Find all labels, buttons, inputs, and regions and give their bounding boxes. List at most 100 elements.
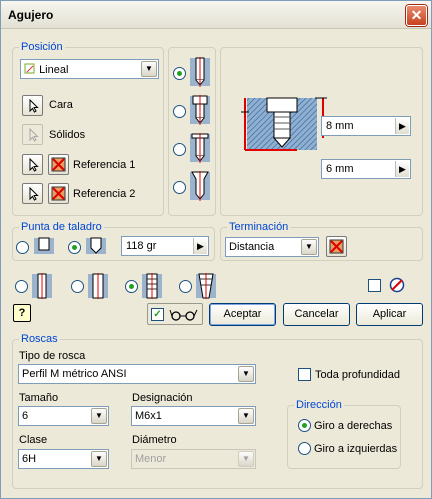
- chevron-down-icon: ▼: [238, 451, 254, 467]
- hole-type-drilled-radio[interactable]: [173, 67, 186, 80]
- termination-value: Distancia: [229, 241, 275, 253]
- cursor-icon: [29, 186, 39, 201]
- chevron-down-icon: ▼: [91, 408, 107, 424]
- designation-value: M6x1: [135, 410, 162, 422]
- apply-button[interactable]: Aplicar: [356, 303, 423, 326]
- angle-tip-radio[interactable]: [68, 241, 81, 254]
- chevron-down-icon: ▼: [238, 366, 254, 382]
- position-mode-value: Lineal: [39, 64, 69, 76]
- roscas-label: Roscas: [19, 333, 60, 345]
- preview-toggle[interactable]: ✓: [147, 303, 203, 325]
- drilled-hole-icon: [190, 57, 210, 87]
- chevron-right-icon: ▶: [395, 118, 409, 134]
- size-select[interactable]: 6 ▼: [18, 406, 109, 426]
- referencia-1-select-button[interactable]: [22, 154, 43, 175]
- diameter-field[interactable]: 6 mm ▶: [321, 159, 411, 179]
- class-select[interactable]: 6H ▼: [18, 449, 109, 469]
- designation-select[interactable]: M6x1 ▼: [131, 406, 256, 426]
- close-icon: ✕: [410, 7, 423, 23]
- chevron-right-icon: ▶: [193, 238, 207, 254]
- thread-type-label: Tipo de rosca: [19, 350, 86, 362]
- direction-label: Dirección: [294, 399, 344, 411]
- hole-dialog: Agujero ✕ Posición Lineal ▼ Cara Sólidos…: [0, 0, 432, 499]
- termination-flip-button[interactable]: [326, 236, 347, 257]
- thread-type-select[interactable]: Perfil M métrico ANSI ▼: [18, 364, 256, 384]
- hole-preview-diagram: [241, 97, 327, 151]
- full-depth-checkbox[interactable]: [298, 368, 311, 381]
- position-mode-select[interactable]: Lineal ▼: [20, 59, 159, 79]
- appearance-icon[interactable]: [389, 277, 405, 293]
- taper-tapped-hole-icon: [196, 273, 216, 299]
- countersink-hole-icon: [190, 171, 210, 201]
- termination-select[interactable]: Distancia ▼: [225, 237, 319, 257]
- tapped-hole-icon: [142, 273, 162, 299]
- class-label: Clase: [19, 434, 48, 446]
- cursor-icon: [29, 127, 39, 142]
- clearance-hole-icon: [88, 273, 108, 299]
- cursor-icon: [29, 98, 39, 113]
- referencia-2-flip-button[interactable]: [48, 183, 69, 204]
- accept-button[interactable]: Aceptar: [209, 303, 276, 326]
- posicion-label: Posición: [19, 41, 65, 53]
- glasses-icon: [169, 309, 198, 321]
- depth-field[interactable]: 8 mm ▶: [321, 116, 411, 136]
- chevron-down-icon: ▼: [141, 61, 157, 77]
- counterbore-hole-icon: [190, 95, 210, 125]
- flip-direction-icon: [329, 239, 344, 254]
- tapped-hole-radio[interactable]: [125, 280, 138, 293]
- depth-value: 8 mm: [326, 120, 354, 132]
- tip-angle-field[interactable]: 118 gr ▶: [121, 236, 209, 256]
- solidos-label: Sólidos: [49, 129, 86, 141]
- hole-type-counterbore-radio[interactable]: [173, 105, 186, 118]
- designation-label: Designación: [132, 392, 193, 404]
- extra-option-checkbox[interactable]: [368, 279, 381, 292]
- referencia-1-flip-button[interactable]: [48, 154, 69, 175]
- right-hand-label: Giro a derechas: [314, 420, 393, 432]
- terminacion-label: Terminación: [227, 221, 291, 233]
- sketch-icon: [24, 63, 35, 74]
- flat-tip-icon: [34, 237, 54, 254]
- taper-tapped-hole-radio[interactable]: [179, 280, 192, 293]
- flat-tip-radio[interactable]: [16, 241, 29, 254]
- chevron-down-icon: ▼: [91, 451, 107, 467]
- hole-type-countersink-radio[interactable]: [173, 181, 186, 194]
- spotface-hole-icon: [190, 133, 210, 163]
- clearance-hole-radio[interactable]: [71, 280, 84, 293]
- size-label: Tamaño: [19, 392, 59, 404]
- cursor-icon: [29, 157, 39, 172]
- diameter-value: 6 mm: [326, 163, 354, 175]
- simple-hole-radio[interactable]: [15, 280, 28, 293]
- simple-hole-icon: [32, 273, 52, 299]
- punta-label: Punta de taladro: [19, 221, 104, 233]
- left-hand-label: Giro a izquierdas: [314, 443, 398, 455]
- dialog-title: Agujero: [8, 8, 54, 22]
- cancel-button[interactable]: Cancelar: [283, 303, 350, 326]
- referencia-2-select-button[interactable]: [22, 183, 43, 204]
- diameter-label: Diámetro: [132, 434, 177, 446]
- left-hand-radio[interactable]: [298, 442, 311, 455]
- flip-direction-icon: [51, 157, 66, 172]
- close-button[interactable]: ✕: [406, 5, 427, 26]
- chevron-down-icon: ▼: [238, 408, 254, 424]
- title-bar: Agujero ✕: [1, 1, 431, 29]
- solidos-select-button: [22, 124, 43, 145]
- cara-label: Cara: [49, 99, 73, 111]
- class-value: 6H: [22, 453, 37, 465]
- hole-type-spotface-radio[interactable]: [173, 143, 186, 156]
- right-hand-radio[interactable]: [298, 419, 311, 432]
- tip-angle-value: 118 gr: [126, 240, 157, 252]
- thread-type-value: Perfil M métrico ANSI: [22, 368, 127, 380]
- preview-checkbox[interactable]: ✓: [151, 308, 164, 321]
- flip-direction-icon: [51, 186, 66, 201]
- referencia-1-label: Referencia 1: [73, 159, 136, 171]
- help-icon: ?: [18, 307, 26, 319]
- chevron-down-icon: ▼: [301, 239, 317, 255]
- chevron-right-icon: ▶: [395, 161, 409, 177]
- cara-select-button[interactable]: [22, 95, 43, 116]
- direction-group: Dirección: [287, 399, 401, 469]
- diameter-type-value: Menor: [135, 453, 167, 465]
- diameter-select: Menor ▼: [131, 449, 256, 469]
- help-button[interactable]: ?: [13, 304, 31, 322]
- referencia-2-label: Referencia 2: [73, 188, 136, 200]
- size-value: 6: [22, 410, 29, 422]
